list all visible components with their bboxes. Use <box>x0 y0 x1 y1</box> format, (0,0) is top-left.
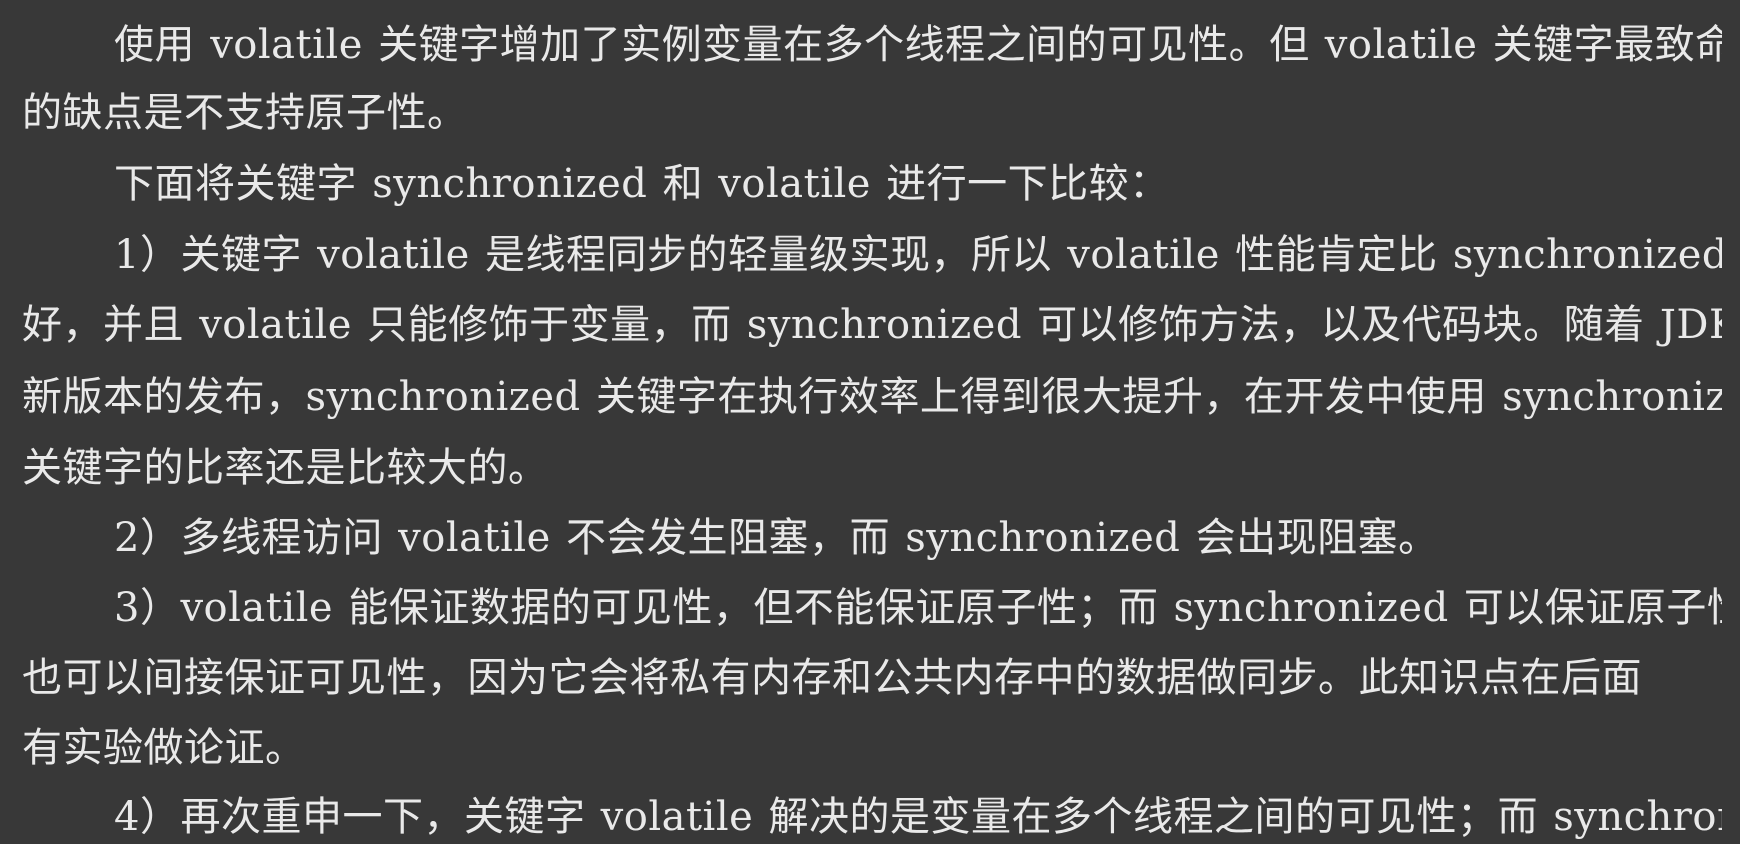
list-item-line: 也可以间接保证可见性，因为它会将私有内存和公共内存中的数据做同步。此知识点在后面 <box>22 655 1642 701</box>
list-item-line: 3）volatile 能保证数据的可见性，但不能保证原子性；而 synchron… <box>114 585 1722 631</box>
list-item-line: 新版本的发布，synchronized 关键字在执行效率上得到很大提升，在开发中… <box>22 374 1722 420</box>
list-item-line: 关键字的比率还是比较大的。 <box>22 445 549 491</box>
paragraph-line: 使用 volatile 关键字增加了实例变量在多个线程之间的可见性。但 vola… <box>114 22 1722 68</box>
paragraph-line: 下面将关键字 synchronized 和 volatile 进行一下比较： <box>114 161 1170 207</box>
list-item-line: 4）再次重申一下，关键字 volatile 解决的是变量在多个线程之间的可见性；… <box>114 794 1722 840</box>
paragraph-line: 的缺点是不支持原子性。 <box>22 90 468 136</box>
list-item-line: 有实验做论证。 <box>22 725 306 771</box>
list-item-line: 1）关键字 volatile 是线程同步的轻量级实现，所以 volatile 性… <box>114 232 1722 278</box>
list-item-line: 2）多线程访问 volatile 不会发生阻塞，而 synchronized 会… <box>114 515 1439 561</box>
list-item-line: 好，并且 volatile 只能修饰于变量，而 synchronized 可以修… <box>22 302 1722 348</box>
document-page: 使用 volatile 关键字增加了实例变量在多个线程之间的可见性。但 vola… <box>22 0 1722 844</box>
